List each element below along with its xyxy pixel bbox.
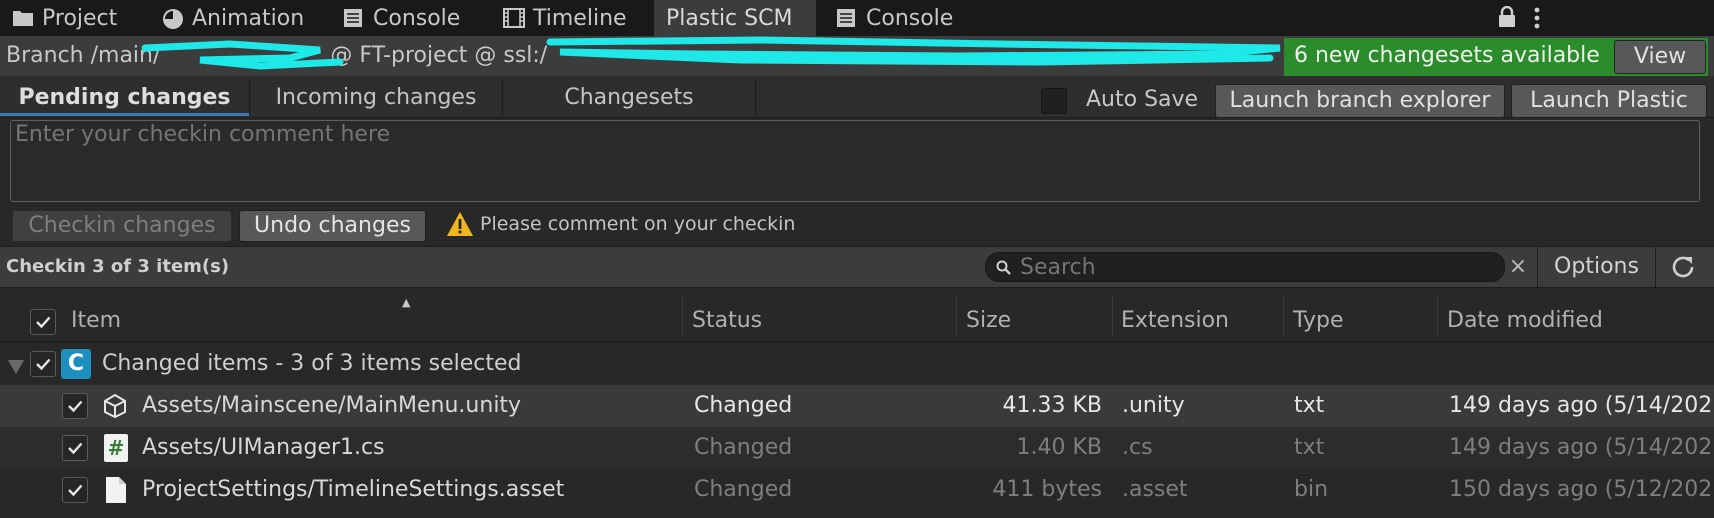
view-changesets-button[interactable]: View — [1614, 40, 1706, 74]
expand-triangle-icon[interactable] — [7, 356, 25, 381]
changed-badge-icon: C — [61, 349, 91, 379]
row-type: txt — [1294, 393, 1325, 418]
undo-changes-button[interactable]: Undo changes — [239, 210, 426, 242]
column-header-extension[interactable]: Extension — [1121, 304, 1229, 338]
table-row[interactable]: # Assets/UIManager1.cs Changed 1.40 KB .… — [0, 427, 1714, 469]
row-date-modified: 150 days ago (5/12/2021 — [1449, 477, 1714, 502]
checkin-warning-message: Please comment on your checkin — [480, 213, 796, 235]
tab-label: Timeline — [533, 5, 627, 31]
row-extension: .cs — [1122, 435, 1153, 460]
column-divider[interactable] — [1112, 296, 1113, 336]
tab-incoming-changes[interactable]: Incoming changes — [250, 80, 502, 116]
tab-label: Plastic SCM — [666, 5, 793, 31]
more-menu-icon[interactable] — [1532, 6, 1542, 30]
sort-ascending-icon: ▲ — [402, 296, 411, 309]
notification-message: 6 new changesets available — [1294, 43, 1600, 68]
active-tab-indicator — [0, 113, 249, 116]
column-header-type[interactable]: Type — [1293, 304, 1344, 338]
table-row[interactable]: ProjectSettings/TimelineSettings.asset C… — [0, 469, 1714, 511]
row-checkbox[interactable] — [62, 435, 88, 461]
tab-console-2[interactable]: Console — [836, 0, 953, 36]
lock-icon[interactable] — [1498, 5, 1516, 28]
row-type: bin — [1294, 477, 1329, 502]
tab-divider — [755, 80, 756, 116]
asset-file-icon — [104, 476, 128, 510]
column-header-item[interactable]: Item — [71, 304, 121, 338]
row-status: Changed — [694, 393, 793, 418]
filmstrip-icon — [503, 8, 525, 28]
tab-label: Console — [373, 5, 461, 31]
refresh-icon — [1668, 252, 1698, 282]
group-label: Changed items - 3 of 3 items selected — [102, 351, 522, 376]
row-date-modified: 149 days ago (5/14/2021 — [1449, 435, 1714, 460]
launch-branch-explorer-button[interactable]: Launch branch explorer — [1215, 84, 1505, 118]
row-status: Changed — [694, 435, 793, 460]
group-checkbox[interactable] — [30, 351, 56, 377]
tab-changesets[interactable]: Changesets — [503, 80, 755, 116]
row-type: txt — [1294, 435, 1325, 460]
tab-animation[interactable]: Animation — [162, 0, 304, 36]
animation-clock-icon — [162, 8, 184, 29]
column-header-status[interactable]: Status — [692, 304, 762, 338]
column-header-size[interactable]: Size — [966, 304, 1011, 338]
row-checkbox[interactable] — [62, 477, 88, 503]
table-row[interactable]: Assets/Mainscene/MainMenu.unity Changed … — [0, 385, 1714, 427]
column-divider[interactable] — [956, 296, 957, 336]
folder-icon — [12, 8, 34, 28]
unity-scene-icon — [102, 393, 128, 425]
column-header-date-modified[interactable]: Date modified — [1447, 304, 1603, 338]
options-button[interactable]: Options — [1537, 247, 1655, 287]
column-divider[interactable] — [1437, 296, 1438, 336]
search-icon — [995, 258, 1013, 276]
row-status: Changed — [694, 477, 793, 502]
column-divider[interactable] — [682, 296, 683, 336]
row-size: 41.33 KB — [1002, 393, 1103, 418]
tab-plastic-scm[interactable]: Plastic SCM — [654, 0, 816, 36]
checkin-comment-input[interactable] — [10, 120, 1700, 202]
auto-save-label: Auto Save — [1086, 87, 1199, 112]
tab-label: Animation — [192, 5, 305, 31]
select-all-checkbox[interactable] — [30, 309, 56, 335]
row-date-modified: 149 days ago (5/14/2021 — [1449, 393, 1714, 418]
row-size: 411 bytes — [992, 477, 1102, 502]
row-item-path: ProjectSettings/TimelineSettings.asset — [142, 477, 565, 502]
redaction-scribble — [141, 36, 1281, 70]
search-input[interactable] — [1020, 252, 1500, 282]
group-row-changed-items[interactable]: C Changed items - 3 of 3 items selected — [0, 343, 1714, 385]
warning-icon — [446, 211, 474, 237]
checkin-changes-button[interactable]: Checkin changes — [12, 210, 232, 242]
row-checkbox[interactable] — [62, 393, 88, 419]
column-divider[interactable] — [1283, 296, 1284, 336]
tab-console[interactable]: Console — [343, 0, 460, 36]
console-icon — [836, 8, 858, 28]
clear-search-icon[interactable]: × — [1508, 252, 1528, 282]
auto-save-checkbox[interactable] — [1041, 88, 1067, 114]
tab-project[interactable]: Project — [12, 0, 117, 36]
row-item-path: Assets/UIManager1.cs — [142, 435, 385, 460]
checkin-count-label: Checkin 3 of 3 item(s) — [6, 256, 230, 277]
launch-plastic-button[interactable]: Launch Plastic — [1511, 84, 1707, 118]
tab-timeline[interactable]: Timeline — [503, 0, 627, 36]
csharp-script-icon: # — [104, 434, 128, 462]
row-item-path: Assets/Mainscene/MainMenu.unity — [142, 393, 522, 418]
console-icon — [343, 8, 365, 28]
tab-label: Console — [866, 5, 954, 31]
row-extension: .asset — [1122, 477, 1188, 502]
row-size: 1.40 KB — [1016, 435, 1103, 460]
row-extension: .unity — [1122, 393, 1185, 418]
tab-label: Project — [42, 5, 118, 31]
tab-pending-changes[interactable]: Pending changes — [0, 80, 249, 116]
